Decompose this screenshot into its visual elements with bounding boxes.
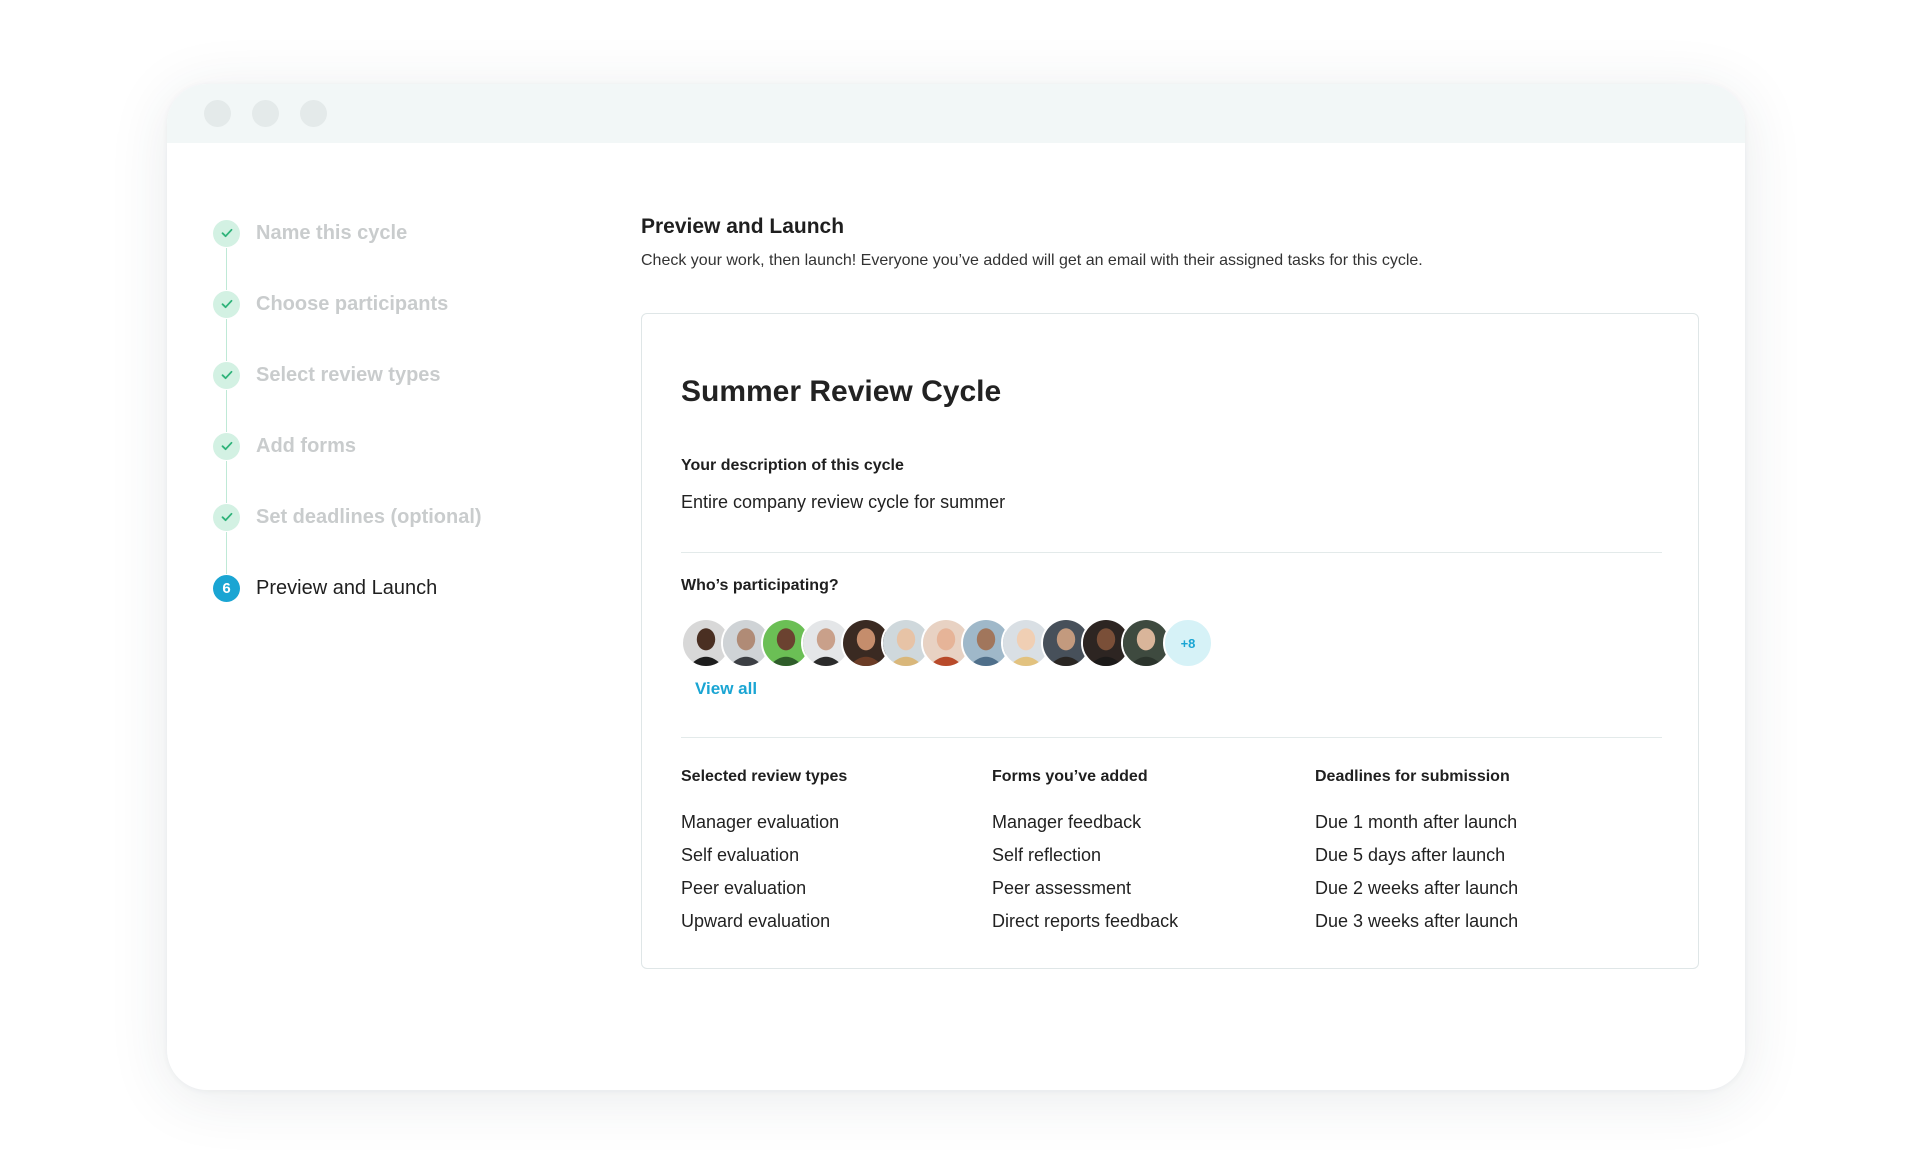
- divider: [681, 737, 1662, 738]
- window-dot-minimize[interactable]: [252, 100, 279, 127]
- check-icon: [213, 432, 240, 460]
- step-connector: [226, 461, 227, 503]
- forms-heading: Forms you’ve added: [992, 768, 1148, 785]
- window-dot-maximize[interactable]: [300, 100, 327, 127]
- description-value: Entire company review cycle for summer: [681, 492, 1006, 512]
- step-set-deadlines[interactable]: Set deadlines (optional): [213, 502, 482, 532]
- review-type-item: Peer evaluation: [681, 878, 807, 898]
- step-label: Preview and Launch: [256, 576, 438, 599]
- page-title: Preview and Launch: [641, 215, 845, 238]
- window-titlebar: [167, 84, 1745, 143]
- step-preview-launch[interactable]: 6 Preview and Launch: [213, 573, 437, 603]
- view-all-link[interactable]: View all: [695, 679, 757, 699]
- step-label: Add forms: [256, 434, 356, 457]
- check-icon: [213, 361, 240, 389]
- participants-label: Who’s participating?: [681, 577, 839, 594]
- step-connector: [226, 532, 227, 574]
- window-dot-close[interactable]: [204, 100, 231, 127]
- review-types-column: Selected review types Manager evaluation…: [681, 768, 847, 938]
- form-item: Direct reports feedback: [992, 911, 1179, 931]
- more-participants-badge[interactable]: +8: [1163, 618, 1213, 668]
- check-icon: [213, 290, 240, 318]
- review-type-item: Manager evaluation: [681, 812, 840, 832]
- deadline-item: Due 3 weeks after launch: [1315, 911, 1519, 931]
- app-window: Name this cycle Choose participants Sele…: [167, 84, 1745, 1090]
- form-item: Manager feedback: [992, 812, 1142, 832]
- step-select-review-types[interactable]: Select review types: [213, 360, 441, 390]
- cycle-name: Summer Review Cycle: [681, 375, 1002, 408]
- review-type-item: Upward evaluation: [681, 911, 831, 931]
- step-connector: [226, 319, 227, 361]
- step-name-cycle[interactable]: Name this cycle: [213, 218, 407, 248]
- step-add-forms[interactable]: Add forms: [213, 431, 356, 461]
- divider: [681, 552, 1662, 553]
- deadlines-heading: Deadlines for submission: [1315, 768, 1510, 785]
- deadline-item: Due 5 days after launch: [1315, 845, 1506, 865]
- step-choose-participants[interactable]: Choose participants: [213, 289, 448, 319]
- step-label: Select review types: [256, 363, 441, 386]
- summary-card: Summer Review Cycle Your description of …: [641, 313, 1699, 969]
- page-subtitle: Check your work, then launch! Everyone y…: [641, 252, 1423, 269]
- deadline-item: Due 1 month after launch: [1315, 812, 1518, 832]
- review-types-heading: Selected review types: [681, 768, 848, 785]
- check-icon: [213, 503, 240, 531]
- step-label: Name this cycle: [256, 221, 408, 244]
- deadline-item: Due 2 weeks after launch: [1315, 878, 1519, 898]
- deadlines-column: Deadlines for submission Due 1 month aft…: [1315, 768, 1518, 938]
- step-connector: [226, 390, 227, 432]
- review-type-item: Self evaluation: [681, 845, 800, 865]
- description-label: Your description of this cycle: [681, 457, 904, 474]
- form-item: Peer assessment: [992, 878, 1132, 898]
- step-number-badge: 6: [213, 574, 240, 602]
- forms-column: Forms you’ve added Manager feedback Self…: [992, 768, 1178, 938]
- check-icon: [213, 219, 240, 247]
- form-item: Self reflection: [992, 845, 1102, 865]
- step-label: Choose participants: [256, 292, 449, 315]
- step-connector: [226, 248, 227, 290]
- step-label: Set deadlines (optional): [256, 505, 482, 528]
